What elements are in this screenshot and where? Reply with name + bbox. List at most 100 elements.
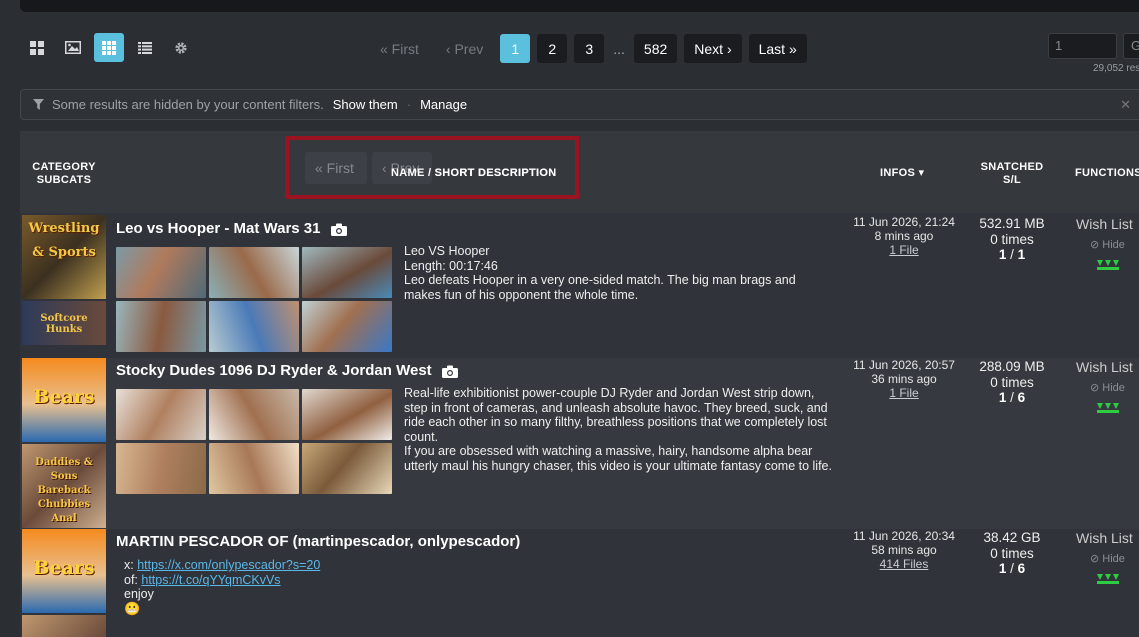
page-1-button[interactable]: 1 xyxy=(500,34,531,63)
prev-page-button[interactable]: ‹ Prev xyxy=(436,34,493,63)
image-view-button[interactable] xyxy=(58,33,88,62)
file-count-link[interactable]: 1 File xyxy=(889,386,918,400)
screenshot-thumbnail[interactable] xyxy=(302,301,392,352)
camera-icon[interactable] xyxy=(441,365,458,378)
download-arrows-icon xyxy=(1097,574,1119,584)
results-count: 29,052 res xyxy=(1093,63,1139,74)
wishlist-button[interactable]: Wish List xyxy=(1076,216,1139,232)
torrent-title-text: Stocky Dudes 1096 DJ Ryder & Jordan West xyxy=(116,362,432,379)
last-page-button[interactable]: Last » xyxy=(748,34,807,63)
file-count-link[interactable]: 1 File xyxy=(889,243,918,257)
category-tile[interactable]: Bears xyxy=(22,358,106,442)
file-count-link[interactable]: 414 Files xyxy=(880,557,929,571)
torrent-title[interactable]: MARTIN PESCADOR OF (martinpescador, only… xyxy=(116,533,520,550)
subcategory-tile-label: Softcore Hunks xyxy=(40,313,88,335)
description-line: x: https://x.com/onlypescador?s=20 xyxy=(124,558,320,573)
download-arrows-icon xyxy=(1097,403,1119,413)
torrent-title[interactable]: Stocky Dudes 1096 DJ Ryder & Jordan West xyxy=(116,362,458,379)
screenshot-thumbnail[interactable] xyxy=(116,389,206,440)
emoji: 😬 xyxy=(124,600,141,616)
grid-large-view-button[interactable] xyxy=(22,33,52,62)
info-cell: 11 Jun 2026, 20:57 36 mins ago 1 File xyxy=(840,358,968,400)
top-bar xyxy=(20,0,1139,12)
hide-button[interactable]: ⊘ Hide xyxy=(1076,238,1139,251)
hide-button[interactable]: ⊘ Hide xyxy=(1076,552,1139,565)
category-tile[interactable]: Wrestling & Sports xyxy=(22,215,106,299)
screenshot-thumbnail[interactable] xyxy=(209,247,299,298)
description-label: of: xyxy=(124,572,142,587)
torrent-title[interactable]: Leo vs Hooper - Mat Wars 31 xyxy=(116,220,347,237)
upload-date: 11 Jun 2026, 20:57 xyxy=(853,358,955,372)
grid-small-icon xyxy=(102,40,116,55)
functions-column-header[interactable]: FUNCTIONS xyxy=(1075,167,1139,180)
subcategory-tile[interactable]: Softcore Hunks xyxy=(22,301,106,345)
of-profile-link[interactable]: https://t.co/qYYqmCKvVs xyxy=(141,573,280,587)
eye-slash-icon: ⊘ xyxy=(1090,553,1103,565)
subcats-header-label: SUBCATS xyxy=(36,174,92,186)
camera-icon[interactable] xyxy=(330,223,347,236)
download-button[interactable] xyxy=(1076,400,1139,416)
screenshot-thumbnail[interactable] xyxy=(302,443,392,494)
screenshot-thumbnail[interactable] xyxy=(209,301,299,352)
next-page-button[interactable]: Next › xyxy=(684,34,742,63)
screenshot-thumbnail[interactable] xyxy=(209,389,299,440)
last-page-number-button[interactable]: 582 xyxy=(633,34,678,63)
subcategory-tile[interactable]: Daddies & Sons Bareback Chubbies Anal xyxy=(22,444,106,528)
screenshot-thumbnail[interactable] xyxy=(302,389,392,440)
wishlist-button[interactable]: Wish List xyxy=(1076,359,1139,375)
download-button[interactable] xyxy=(1076,257,1139,273)
description-line: If you are obsessed with watching a mass… xyxy=(404,444,832,473)
snatched-cell: 38.42 GB 0 times 1 / 6 xyxy=(968,530,1056,577)
hide-label: Hide xyxy=(1102,239,1125,251)
description-line: Leo defeats Hooper in a very one-sided m… xyxy=(404,273,796,302)
snatch-count: 0 times xyxy=(990,374,1034,390)
category-tile-label: Bears xyxy=(33,386,95,408)
eye-slash-icon: ⊘ xyxy=(1090,382,1103,394)
x-profile-link[interactable]: https://x.com/onlypescador?s=20 xyxy=(137,558,320,572)
description-label: x: xyxy=(124,558,138,572)
description-line: Length: 00:17:46 xyxy=(404,258,498,273)
show-hidden-link[interactable]: Show them xyxy=(333,97,398,112)
sl-header-label: S/L xyxy=(1002,174,1021,186)
subcategory-tile[interactable] xyxy=(22,615,106,637)
page-3-button[interactable]: 3 xyxy=(574,34,605,63)
torrent-description: x: https://x.com/onlypescador?s=20 of: h… xyxy=(124,558,320,616)
screenshot-thumbnail[interactable] xyxy=(116,247,206,298)
torrent-description: Leo VS Hooper Length: 00:17:46 Leo defea… xyxy=(404,244,834,302)
first-page-button[interactable]: « First xyxy=(370,34,429,63)
category-tile[interactable]: Bears xyxy=(22,529,106,613)
snatched-header-label: SNATCHED xyxy=(980,161,1044,173)
close-icon[interactable]: ✕ xyxy=(1120,97,1131,113)
screenshot-thumbnail[interactable] xyxy=(209,443,299,494)
infos-column-header[interactable]: INFOS ▾ xyxy=(880,167,924,180)
category-tile-label: Bears xyxy=(33,557,95,579)
screenshot-thumbnail[interactable] xyxy=(116,443,206,494)
download-button[interactable] xyxy=(1076,571,1139,587)
screenshot-thumbnail[interactable] xyxy=(116,301,206,352)
hide-button[interactable]: ⊘ Hide xyxy=(1076,381,1139,394)
screenshot-thumbnail[interactable] xyxy=(302,247,392,298)
snatched-cell: 532.91 MB 0 times 1 / 1 xyxy=(968,216,1056,263)
category-column-header[interactable]: CATEGORY SUBCATS xyxy=(20,161,108,187)
page-2-button[interactable]: 2 xyxy=(537,34,568,63)
list-view-button[interactable] xyxy=(130,33,160,62)
settings-button[interactable] xyxy=(166,33,196,62)
page-jump-input[interactable]: 1 xyxy=(1048,33,1117,59)
table-row: Bears MARTIN PESCADOR OF (martinpescador… xyxy=(20,529,1139,637)
category-header-label: CATEGORY xyxy=(32,161,96,173)
grid-small-view-button[interactable] xyxy=(94,33,124,62)
hide-label: Hide xyxy=(1102,553,1125,565)
category-tile-label: Wrestling & Sports xyxy=(28,221,100,260)
manage-filters-link[interactable]: Manage xyxy=(420,97,467,112)
wishlist-button[interactable]: Wish List xyxy=(1076,530,1139,546)
upload-age: 8 mins ago xyxy=(874,229,934,243)
torrent-size: 532.91 MB xyxy=(979,216,1045,231)
torrent-title-text: MARTIN PESCADOR OF (martinpescador, only… xyxy=(116,533,521,550)
pagination: « First ‹ Prev 1 2 3 ... 582 Next › Last… xyxy=(370,34,807,63)
go-button[interactable]: G xyxy=(1123,33,1139,59)
torrent-size: 38.42 GB xyxy=(983,530,1041,545)
info-cell: 11 Jun 2026, 20:34 58 mins ago 414 Files xyxy=(840,529,968,571)
filter-icon xyxy=(33,99,44,110)
snatched-column-header[interactable]: SNATCHED S/L xyxy=(975,161,1049,187)
table-header: CATEGORY SUBCATS NAME / SHORT DESCRIPTIO… xyxy=(20,131,1139,213)
